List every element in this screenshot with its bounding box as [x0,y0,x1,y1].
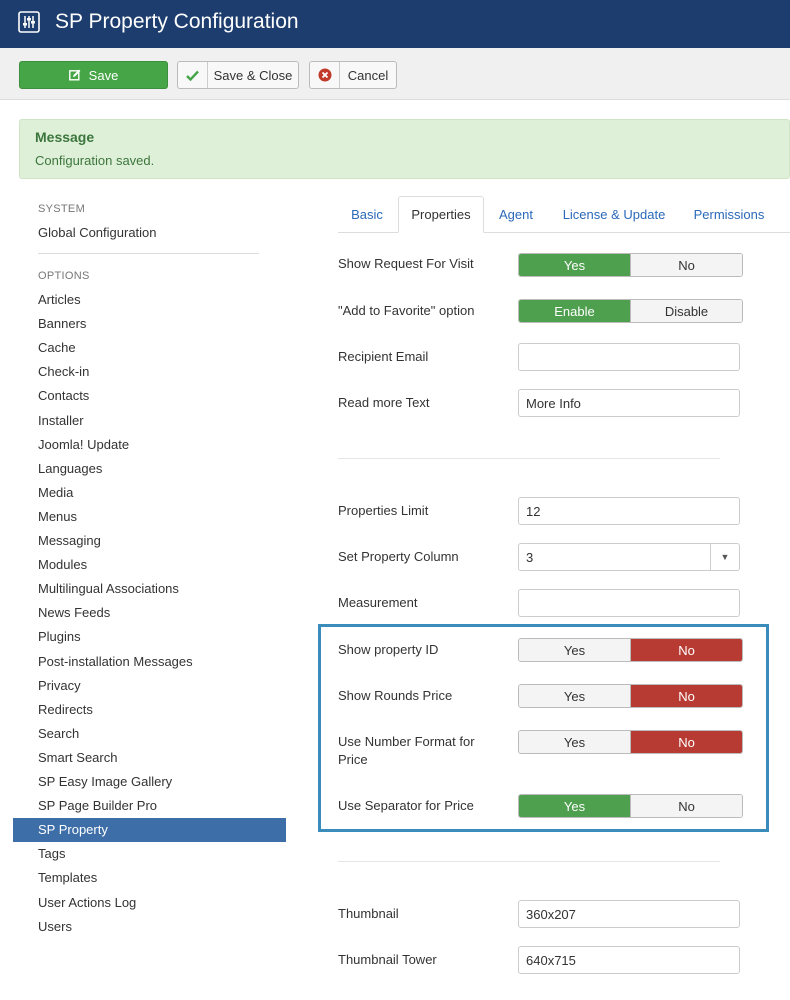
sidebar-item-banners[interactable]: Banners [38,316,86,331]
sidebar-item-contacts[interactable]: Contacts [38,388,89,403]
thumbnail-tower-input[interactable]: 640x715 [518,946,740,974]
toggle-no[interactable]: No [630,685,742,707]
sidebar-item-redirects[interactable]: Redirects [38,702,93,717]
caret-down-icon: ▼ [710,544,739,570]
edit-icon [68,69,81,81]
sidebar-item-cache[interactable]: Cache [38,340,76,355]
label-show-request: Show Request For Visit [338,256,474,271]
sidebar-item-messaging[interactable]: Messaging [38,533,101,548]
properties-limit-input[interactable]: 12 [518,497,740,525]
toggle-no[interactable]: No [630,254,742,276]
section-divider [338,861,720,862]
tab-agent[interactable]: Agent [486,196,546,233]
sidebar-item-smart-search[interactable]: Smart Search [38,750,117,765]
tab-basic[interactable]: Basic [338,196,396,233]
sidebar-item-privacy[interactable]: Privacy [38,678,81,693]
toggle-enable[interactable]: Enable [519,300,630,322]
tab-bar: Basic Properties Agent License & Update … [338,196,790,233]
sidebar-item-installer[interactable]: Installer [38,413,84,428]
sidebar-item-users[interactable]: Users [38,919,72,934]
label-read-more: Read more Text [338,395,430,410]
sidebar-item-media[interactable]: Media [38,485,73,500]
sidebar-item-sp-property[interactable]: SP Property [38,822,108,837]
label-property-column: Set Property Column [338,549,459,564]
label-number-format: Use Number Format for Price [338,734,475,767]
toggle-no[interactable]: No [630,731,742,753]
sidebar-item-global-configuration[interactable]: Global Configuration [38,225,157,240]
property-column-select[interactable]: 3 ▼ [518,543,740,571]
sliders-icon [18,11,40,33]
sidebar-item-articles[interactable]: Articles [38,292,81,307]
toggle-no[interactable]: No [630,795,742,817]
message-text: Configuration saved. [35,153,155,168]
message-heading: Message [35,129,95,145]
check-icon [178,62,208,88]
label-properties-limit: Properties Limit [338,503,429,518]
property-column-value: 3 [526,549,534,565]
sidebar-item-news-feeds[interactable]: News Feeds [38,605,110,620]
sidebar-item-joomla-update[interactable]: Joomla! Update [38,437,129,452]
toggle-yes[interactable]: Yes [519,795,630,817]
sidebar-heading-options: OPTIONS [38,270,90,282]
tab-properties[interactable]: Properties [398,196,484,233]
toggle-yes[interactable]: Yes [519,639,630,661]
toggle-yes[interactable]: Yes [519,731,630,753]
toggle-show-request[interactable]: Yes No [518,253,743,277]
cancel-label: Cancel [347,67,389,83]
sidebar-item-templates[interactable]: Templates [38,870,97,885]
sidebar-item-plugins[interactable]: Plugins [38,629,81,644]
thumbnail-input[interactable]: 360x207 [518,900,740,928]
section-divider [338,458,720,459]
toggle-show-property-id[interactable]: Yes No [518,638,743,662]
toggle-yes[interactable]: Yes [519,685,630,707]
toggle-yes[interactable]: Yes [519,254,630,276]
save-close-label: Save & Close [213,67,293,83]
sidebar-item-user-actions-log[interactable]: User Actions Log [38,895,136,910]
label-thumbnail: Thumbnail [338,906,399,921]
success-message: Message Configuration saved. [19,119,790,179]
sidebar-divider [38,253,259,254]
sidebar-item-search[interactable]: Search [38,726,79,741]
save-button[interactable]: Save [19,61,168,89]
save-close-button[interactable]: Save & Close [177,61,299,89]
recipient-email-input[interactable] [518,343,740,371]
cancel-button[interactable]: Cancel [309,61,397,89]
toggle-separator[interactable]: Yes No [518,794,743,818]
tab-permissions[interactable]: Permissions [682,196,776,233]
label-separator: Use Separator for Price [338,798,474,813]
toggle-show-rounds-price[interactable]: Yes No [518,684,743,708]
sidebar-item-tags[interactable]: Tags [38,846,65,861]
sidebar-item-post-installation-messages[interactable]: Post-installation Messages [38,654,193,669]
toggle-disable[interactable]: Disable [630,300,742,322]
page-title: SP Property Configuration [55,10,299,33]
sidebar-item-menus[interactable]: Menus [38,509,77,524]
sidebar-item-sp-easy-image-gallery[interactable]: SP Easy Image Gallery [38,774,172,789]
toggle-add-favorite[interactable]: Enable Disable [518,299,743,323]
sidebar-item-languages[interactable]: Languages [38,461,102,476]
sidebar-item-check-in[interactable]: Check-in [38,364,89,379]
toggle-no[interactable]: No [630,639,742,661]
tab-license-update[interactable]: License & Update [550,196,678,233]
label-add-favorite: "Add to Favorite" option [338,303,475,318]
label-thumbnail-tower: Thumbnail Tower [338,952,437,967]
sidebar-item-modules[interactable]: Modules [38,557,87,572]
label-show-rounds-price: Show Rounds Price [338,688,453,703]
app-header: SP Property Configuration [0,0,790,48]
label-recipient-email: Recipient Email [338,349,429,364]
sidebar-heading-system: SYSTEM [38,203,86,215]
measurement-input[interactable] [518,589,740,617]
sidebar-item-multilingual-associations[interactable]: Multilingual Associations [38,581,179,596]
label-measurement: Measurement [338,595,418,610]
read-more-input[interactable]: More Info [518,389,740,417]
label-show-property-id: Show property ID [338,642,439,657]
sidebar-item-sp-page-builder-pro[interactable]: SP Page Builder Pro [38,798,157,813]
toggle-number-format[interactable]: Yes No [518,730,743,754]
cancel-circle-icon [310,62,340,88]
save-label: Save [88,67,119,83]
